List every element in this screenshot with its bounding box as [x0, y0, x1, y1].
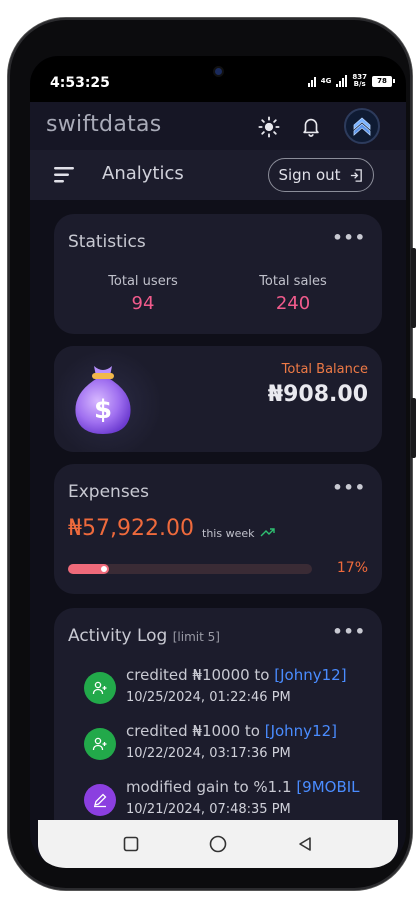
expenses-title: Expenses — [68, 482, 149, 502]
sign-out-icon — [350, 168, 362, 182]
home-button[interactable] — [209, 835, 227, 853]
balance-card: $ Total Balance ₦908.00 — [54, 346, 382, 452]
page-title: Analytics — [102, 163, 184, 184]
back-triangle-icon — [298, 837, 311, 851]
money-bag-icon: $ — [54, 346, 160, 452]
camera-icon — [215, 68, 222, 75]
rank-chevron-icon — [353, 117, 371, 136]
phone-frame: 4:53:25 4G 837 B/s 78 swiftdatas Analyti… — [8, 18, 416, 890]
statistics-more-button[interactable]: ••• — [332, 228, 366, 247]
activity-limit: [limit 5] — [172, 630, 220, 644]
circle-icon — [209, 835, 227, 853]
sign-out-button[interactable]: Sign out — [268, 158, 374, 192]
activity-title: Activity Log [limit 5] — [68, 626, 220, 646]
sign-out-label: Sign out — [278, 166, 341, 184]
statistics-title: Statistics — [68, 232, 146, 252]
recent-apps-button[interactable] — [122, 835, 140, 853]
activity-log-card: Activity Log [limit 5] ••• credited ₦100… — [54, 608, 382, 848]
trend-up-icon — [260, 528, 275, 537]
app-header: swiftdatas — [30, 102, 406, 150]
user-link[interactable]: [9MOBIL — [296, 778, 359, 796]
expenses-amount: ₦57,922.00 — [68, 516, 194, 541]
user-link[interactable]: [Johny12] — [265, 722, 337, 740]
activity-time: 10/22/2024, 03:17:36 PM — [126, 746, 291, 761]
expenses-period: this week — [202, 527, 255, 540]
statistics-card: Statistics ••• Total users 94 Total sale… — [54, 214, 382, 334]
activity-time: 10/21/2024, 07:48:35 PM — [126, 802, 291, 817]
theme-toggle-icon[interactable] — [258, 116, 280, 138]
network-speed: 837 B/s — [352, 73, 367, 88]
sub-header: Analytics Sign out — [30, 150, 406, 200]
stat-total-sales: Total sales 240 — [259, 274, 327, 314]
status-time: 4:53:25 — [50, 75, 110, 91]
status-icons: 4G 837 B/s 78 — [307, 73, 395, 88]
activity-time: 10/25/2024, 01:22:46 PM — [126, 690, 291, 705]
list-item: credited ₦10000 to [Johny12] 10/25/2024,… — [84, 666, 384, 716]
network-type: 4G — [320, 76, 332, 85]
activity-more-button[interactable]: ••• — [332, 622, 366, 641]
main-content: Statistics ••• Total users 94 Total sale… — [30, 200, 406, 848]
back-button[interactable] — [296, 835, 314, 853]
balance-label: Total Balance — [281, 362, 368, 377]
user-link[interactable]: [Johny12] — [274, 666, 346, 684]
expenses-more-button[interactable]: ••• — [332, 478, 366, 497]
camera-notch — [188, 56, 248, 88]
list-item: credited ₦1000 to [Johny12] 10/22/2024, … — [84, 722, 384, 772]
screen: 4:53:25 4G 837 B/s 78 swiftdatas Analyti… — [30, 56, 406, 868]
balance-value: ₦908.00 — [267, 382, 368, 407]
edit-icon — [84, 784, 116, 816]
stat-total-users: Total users 94 — [108, 274, 178, 314]
user-add-icon — [84, 672, 116, 704]
expenses-progress-bar — [68, 564, 312, 574]
status-bar: 4:53:25 4G 837 B/s 78 — [30, 56, 406, 102]
avatar[interactable] — [344, 108, 380, 144]
brand-logo: swiftdatas — [46, 112, 162, 137]
user-add-icon — [84, 728, 116, 760]
notification-bell-icon[interactable] — [300, 115, 322, 137]
system-nav-bar — [38, 820, 398, 868]
square-icon — [124, 836, 139, 852]
expenses-card: Expenses ••• ₦57,922.00 this week 17% — [54, 464, 382, 594]
cell-signal-icon — [336, 75, 348, 87]
power-button — [411, 398, 416, 458]
expenses-percent: 17% — [336, 560, 368, 576]
menu-icon[interactable] — [54, 165, 76, 185]
volume-button — [411, 248, 416, 328]
wifi-signal-icon — [307, 75, 316, 87]
battery-icon: 78 — [372, 75, 395, 87]
svg-text:$: $ — [94, 395, 112, 425]
